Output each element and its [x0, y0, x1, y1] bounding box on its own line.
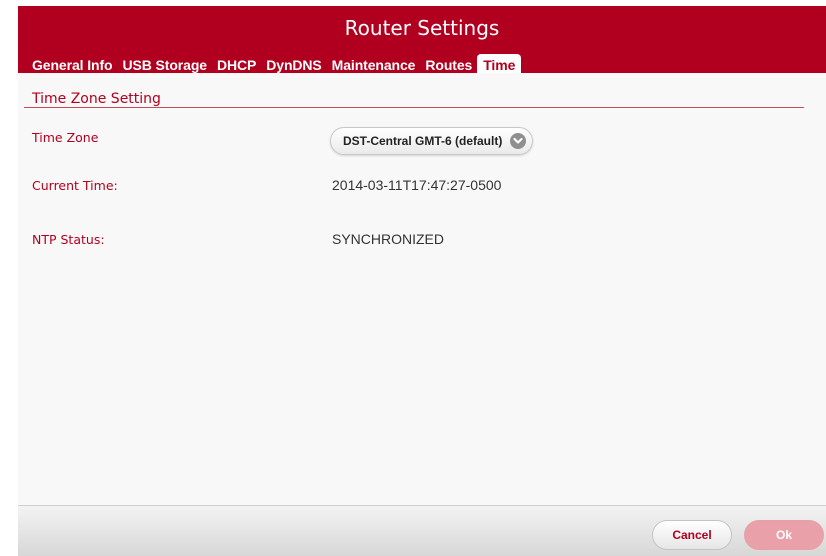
ok-button[interactable]: Ok — [744, 520, 824, 550]
ntp-status-value: SYNCHRONIZED — [332, 231, 445, 247]
header-bar: Router Settings General Info USB Storage… — [18, 6, 826, 76]
settings-panel: Time Zone Setting Time Zone DST-Central … — [18, 73, 826, 505]
time-zone-select-value: DST-Central GMT-6 (default) — [343, 134, 503, 148]
time-zone-label: Time Zone — [32, 130, 99, 145]
cancel-button[interactable]: Cancel — [652, 520, 732, 550]
time-zone-select[interactable]: DST-Central GMT-6 (default) — [330, 127, 534, 155]
current-time-label: Current Time: — [32, 178, 118, 193]
chevron-down-icon — [510, 133, 527, 149]
page-title: Router Settings — [344, 16, 500, 40]
footer-bar: Cancel Ok — [18, 505, 826, 556]
current-time-value: 2014-03-11T17:47:27-0500 — [332, 177, 502, 193]
section-divider — [24, 107, 804, 108]
ntp-status-label: NTP Status: — [32, 232, 105, 247]
section-title: Time Zone Setting — [32, 91, 161, 107]
